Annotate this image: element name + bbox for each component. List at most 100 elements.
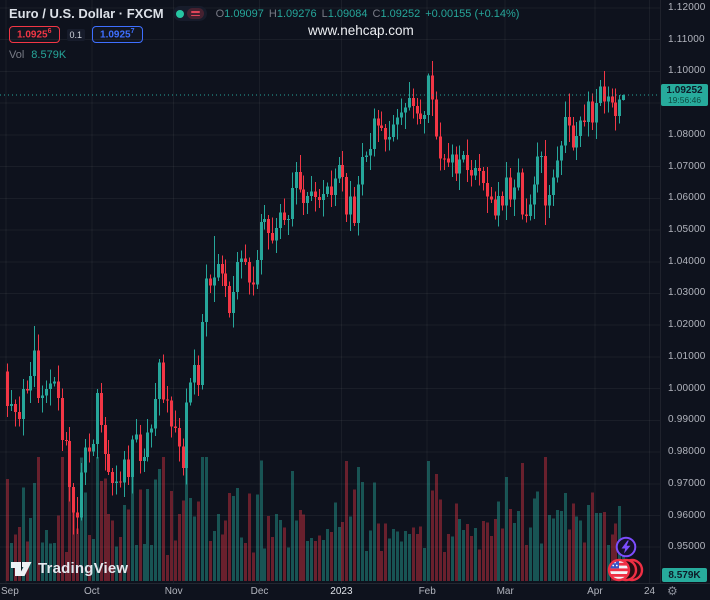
volume-bar: [189, 498, 192, 581]
volume-bar: [392, 528, 395, 581]
volume-bar: [443, 552, 446, 581]
chart-legend: Euro / U.S. Dollar · FXCM O1.09097 H1.09…: [9, 6, 519, 61]
volume-bar: [143, 543, 146, 581]
volume-bar: [178, 514, 181, 581]
symbol-title[interactable]: Euro / U.S. Dollar · FXCM: [9, 6, 164, 21]
tradingview-logo[interactable]: TradingView: [10, 558, 128, 578]
price-axis-label: 1.02000: [668, 319, 706, 331]
volume-bar: [267, 516, 270, 581]
candle: [517, 158, 520, 191]
volume-bar: [575, 516, 578, 581]
candle: [361, 143, 364, 196]
flag-stack-bubble-button[interactable]: [602, 556, 646, 589]
candle: [540, 151, 543, 173]
candle: [10, 389, 13, 411]
candle: [431, 60, 434, 117]
volume-bar: [334, 502, 337, 581]
candle: [439, 122, 442, 171]
volume-bar: [474, 528, 477, 581]
candle: [466, 139, 469, 183]
price-axis-label: 1.03000: [668, 287, 706, 299]
candle: [166, 385, 169, 413]
volume-bar: [236, 488, 239, 581]
chart-canvas[interactable]: [0, 0, 660, 583]
candle: [49, 369, 52, 406]
volume-bar: [416, 533, 419, 581]
sell-bid-button[interactable]: 1.09256: [9, 26, 60, 44]
volume-bar: [205, 456, 208, 581]
candle: [447, 142, 450, 168]
candle: [482, 166, 485, 191]
volume-bar: [295, 520, 298, 581]
volume-bar: [318, 535, 321, 581]
candle: [252, 266, 255, 296]
volume-bar: [517, 511, 520, 581]
volume-bar: [513, 522, 516, 581]
volume-bar: [552, 518, 555, 581]
candle: [583, 104, 586, 127]
candle: [182, 438, 185, 476]
candle: [221, 255, 224, 286]
candle: [548, 184, 551, 218]
volume-bar: [283, 527, 286, 581]
candle: [100, 382, 103, 433]
volume-bar: [435, 474, 438, 581]
market-status-toggle[interactable]: [172, 6, 207, 21]
volume-badge: 8.579K: [662, 568, 707, 582]
volume-bar: [244, 543, 247, 581]
volume-bar: [166, 555, 169, 581]
candle: [486, 167, 489, 214]
volume-bar: [587, 505, 590, 581]
volume-bar: [326, 528, 329, 581]
candle: [423, 111, 426, 134]
volume-bar: [529, 527, 532, 581]
buy-ask-button[interactable]: 1.09257: [92, 26, 143, 44]
gear-icon[interactable]: ⚙: [667, 585, 678, 598]
candle: [287, 214, 290, 235]
candle: [33, 325, 36, 388]
volume-bar: [338, 527, 341, 581]
volume-bar: [170, 491, 173, 581]
candle: [552, 169, 555, 206]
volume-bar: [486, 522, 489, 581]
volume-bar: [466, 524, 469, 581]
candle: [392, 114, 395, 142]
volume-bar: [431, 490, 434, 581]
time-axis-label: Apr: [587, 586, 603, 597]
volume-bar: [482, 521, 485, 581]
volume-bar: [353, 489, 356, 581]
candle: [353, 186, 356, 227]
volume-bar: [240, 537, 243, 581]
volume-bar: [369, 530, 372, 581]
volume-bar: [357, 467, 360, 581]
candle: [291, 172, 294, 227]
candle: [236, 252, 239, 300]
volume-bar: [260, 460, 263, 581]
volume-bar: [408, 533, 411, 581]
candle: [458, 145, 461, 190]
volume-bar: [248, 493, 251, 581]
menu-lines-icon: [186, 8, 204, 19]
candle: [260, 213, 263, 275]
price-axis-label: 0.95000: [668, 541, 706, 553]
candle: [591, 93, 594, 131]
candle: [302, 175, 305, 216]
volume-bar: [193, 516, 196, 581]
volume-bar: [306, 540, 309, 581]
volume-bar: [591, 492, 594, 581]
candle: [209, 274, 212, 294]
candle: [556, 146, 559, 183]
candle: [579, 116, 582, 147]
candle: [388, 120, 391, 151]
price-axis-label: 1.05000: [668, 224, 706, 236]
candle: [18, 396, 21, 427]
candle: [150, 424, 153, 448]
candle: [603, 70, 606, 114]
volume-bar: [209, 541, 212, 581]
volume-bar: [439, 499, 442, 581]
volume-bar: [544, 456, 547, 581]
candle: [232, 276, 235, 328]
candle: [377, 110, 380, 142]
candle: [14, 399, 17, 427]
volume-bar: [201, 456, 204, 581]
